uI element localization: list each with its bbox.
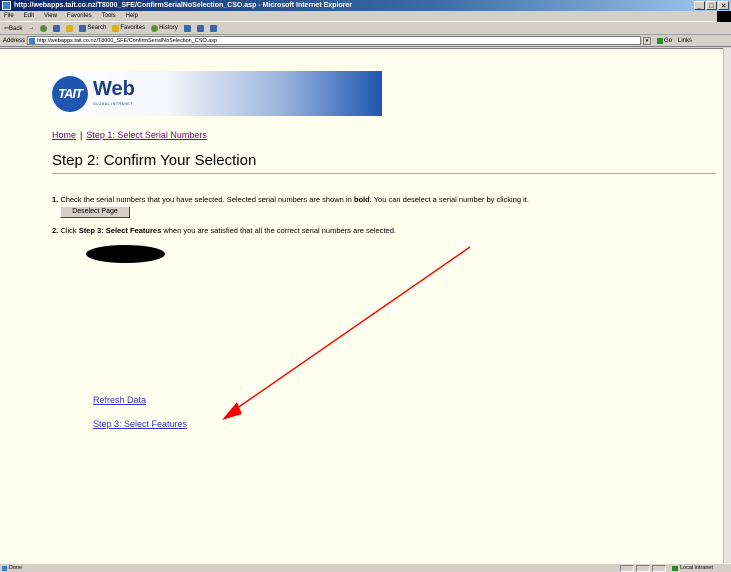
window-title-bar: http://webapps.tait.co.nz/T8000_SFE/Conf… [0,0,731,11]
stop-button[interactable] [40,24,48,32]
close-button[interactable]: × [718,1,729,10]
standard-toolbar: ⇦Back → Search Favorites History [0,22,731,35]
annotation-arrow-line [232,246,471,412]
back-label: ⇦Back [4,25,23,32]
menu-tools[interactable]: Tools [102,13,116,19]
mail-button[interactable] [183,24,191,32]
menu-help[interactable]: Help [126,13,138,19]
search-button[interactable]: Search [79,24,107,32]
vertical-scrollbar[interactable] [723,48,731,563]
favorites-label: Favorites [120,25,146,31]
links-button[interactable]: Links [678,38,692,44]
window-title: http://webapps.tait.co.nz/T8000_SFE/Conf… [14,2,353,9]
annotation-arrow-head [222,402,242,420]
search-icon [79,24,87,32]
refresh-button[interactable] [53,24,61,32]
home-button[interactable] [66,24,74,32]
status-text: Done [9,565,23,571]
home-icon [66,24,74,32]
print-button[interactable] [196,24,204,32]
status-panel-1 [620,565,634,572]
security-zone: Local intranet [672,564,713,572]
menu-file[interactable]: File [4,13,14,19]
go-label: Go [664,37,673,44]
refresh-icon [53,24,61,32]
edit-button[interactable] [209,24,217,32]
zone-label: Local intranet [680,565,714,571]
menu-favorites[interactable]: Favorites [67,13,92,19]
search-label: Search [87,25,107,31]
address-label: Address [3,37,26,44]
edit-icon [209,24,217,32]
history-icon [151,24,159,32]
menu-edit[interactable]: Edit [24,13,34,19]
go-arrow-icon [657,37,664,44]
address-input[interactable]: http://webapps.tait.co.nz/T8000_SFE/Conf… [27,36,642,45]
done-page-icon [2,566,7,571]
address-url: http://webapps.tait.co.nz/T8000_SFE/Conf… [37,38,218,44]
history-button[interactable]: History [151,24,178,32]
intranet-zone-icon [672,566,678,571]
favorites-icon [112,24,120,32]
annotation-arrow [222,246,471,420]
maximize-button[interactable]: □ [706,1,717,10]
stop-icon [40,24,48,32]
print-icon [196,24,204,32]
history-label: History [159,25,178,31]
menu-view[interactable]: View [44,13,57,19]
mail-icon [183,24,191,32]
favorites-button[interactable]: Favorites [112,24,146,32]
menu-bar: File Edit View Favorites Tools Help [0,11,731,22]
ie-page-icon [2,1,11,10]
page-icon [29,38,36,44]
page-content: TAIT Web GLOBAL INTRANET Home | Step 1: Se… [0,48,723,563]
forward-button[interactable]: → [28,25,34,31]
address-dropdown-button[interactable]: ▾ [643,36,652,45]
status-panel-3 [652,565,666,572]
windows-logo-icon [717,11,731,22]
back-button[interactable]: ⇦Back [4,25,22,32]
window-controls: _ □ × [694,1,729,10]
status-bar: Done Local intranet [0,563,731,572]
minimize-button[interactable]: _ [694,1,705,10]
go-button[interactable]: Go [653,37,676,44]
address-bar: Address http://webapps.tait.co.nz/T8000_… [0,35,731,47]
status-panel-2 [636,565,650,572]
forward-label: → [28,25,35,31]
